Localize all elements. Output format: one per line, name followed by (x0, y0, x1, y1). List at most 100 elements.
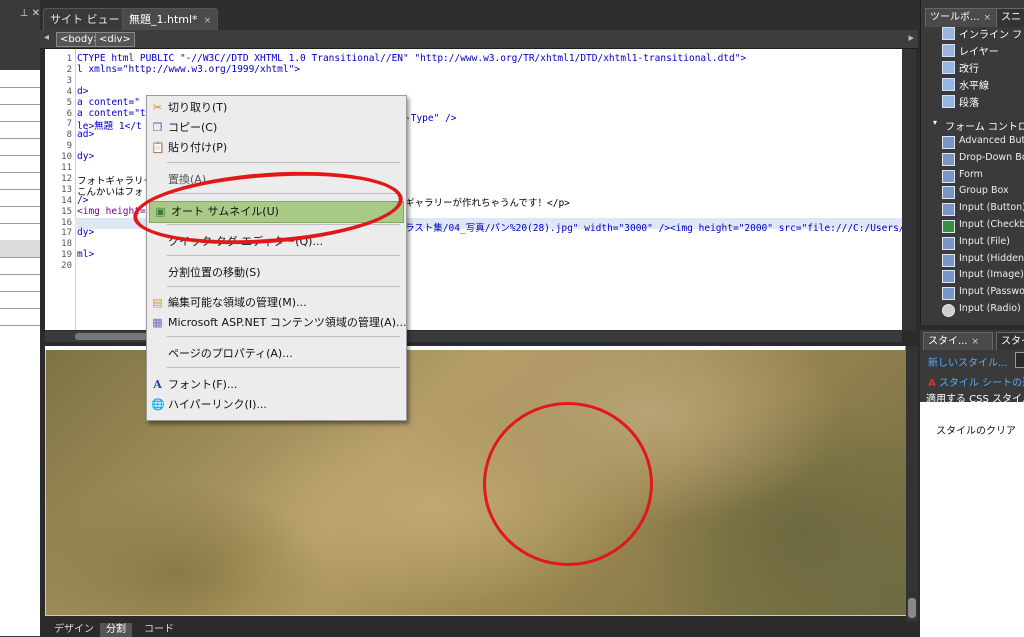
menu-item-label: コピー(C) (168, 121, 218, 134)
line-number: 6 (66, 108, 72, 119)
tab-design[interactable]: デザイン (48, 623, 100, 637)
line-number: 2 (66, 64, 72, 75)
menu-item-label: フォント(F)... (168, 378, 238, 391)
clear-styles-item[interactable]: スタイルのクリア (936, 422, 1016, 437)
tag-back-arrow-icon[interactable]: ◂ (44, 32, 49, 43)
line-number: 17 (61, 228, 72, 239)
list-row-selected[interactable] (0, 240, 40, 257)
dropdown-icon (942, 152, 955, 166)
form-control-label: Input (Button) (959, 202, 1024, 214)
form-control-label: Input (Radio) (959, 303, 1021, 314)
list-row-divider (0, 189, 40, 190)
menu-separator (167, 367, 400, 368)
toolbox-item[interactable]: 水平線 (942, 77, 989, 92)
attach-style-sheet-link[interactable]: A スタイル シートの適用 (928, 374, 1024, 389)
form-controls-group-header[interactable]: ▾ フォーム コントロール (933, 118, 1024, 133)
form-control-label: Group Box (959, 185, 1009, 197)
form-icon (942, 169, 955, 183)
line-number: 1 (66, 54, 72, 64)
line-number: 13 (61, 184, 72, 195)
list-row-divider (0, 121, 40, 122)
scrollbar-thumb[interactable] (908, 598, 916, 618)
toolbox-item[interactable]: 段落 (942, 94, 979, 109)
form-control-item[interactable]: Input (Radio) (942, 303, 1021, 317)
close-icon[interactable]: × (204, 16, 212, 26)
code-line: a content="t (77, 107, 146, 119)
tab-apply-styles[interactable]: スタイ... × (923, 332, 993, 351)
styles-panel: スタイ... × スタイ 新しいスタイル... A スタイル シートの適用 適用す… (920, 330, 1024, 637)
form-control-item[interactable]: Input (Password) (942, 286, 1024, 301)
design-vertical-scrollbar[interactable] (906, 346, 918, 636)
form-control-item[interactable]: Form (942, 169, 983, 183)
menu-copy[interactable]: ❐ コピー(C) (147, 118, 406, 138)
toolbox-item[interactable]: インライン フレーム (942, 26, 1024, 41)
font-icon: A (153, 378, 162, 391)
form-control-item[interactable]: Input (Button) (942, 202, 1024, 217)
form-control-label: Input (File) (959, 235, 1010, 247)
close-icon[interactable]: ✕ (32, 8, 40, 19)
toolbox-item-label: 改行 (959, 64, 979, 75)
menu-font[interactable]: A フォント(F)... (147, 375, 406, 395)
document-tab-bar: サイト ビュー 無題_1.html* × (40, 0, 920, 30)
tab-snippets[interactable]: スニ (996, 8, 1024, 27)
tag-div[interactable]: <div> (95, 32, 135, 47)
form-control-item[interactable]: Input (Checkbox) (942, 219, 1024, 233)
menu-separator (167, 336, 400, 337)
menu-paste[interactable]: 📋 貼り付け(P) (147, 138, 406, 158)
menu-item-label: Microsoft ASP.NET コンテンツ領域の管理(A)... (168, 316, 407, 329)
list-row-divider (0, 172, 40, 173)
style-options-box[interactable] (1015, 352, 1024, 368)
code-vertical-scrollbar[interactable] (902, 49, 916, 330)
tab-code[interactable]: コード (138, 623, 180, 637)
form-control-label: Input (Hidden) (959, 252, 1024, 264)
styles-toolbar: 新しいスタイル... A スタイル シートの適用 適用する CSS スタイルを (920, 350, 1024, 405)
form-control-item[interactable]: Group Box (942, 185, 1009, 200)
toolbox-item[interactable]: レイヤー (942, 43, 999, 58)
toolbox-item[interactable]: 改行 (942, 60, 979, 75)
menu-hyperlink[interactable]: 🌐 ハイパーリンク(I)... (147, 395, 406, 415)
form-control-item[interactable]: Input (Image) (942, 269, 1024, 284)
tab-untitled-1[interactable]: 無題_1.html* × (122, 8, 219, 30)
line-number: 11 (61, 163, 72, 173)
new-style-link[interactable]: 新しいスタイル... (928, 354, 1008, 369)
group-box-icon (942, 186, 955, 200)
menu-page-properties[interactable]: ページのプロパティ(A)... (147, 344, 406, 364)
list-row-divider (0, 257, 40, 258)
input-password-icon (942, 287, 955, 301)
form-control-item[interactable]: Input (Hidden) (942, 252, 1024, 267)
tab-toolbox[interactable]: ツールボ... × (925, 8, 997, 27)
iframe-icon (942, 27, 955, 40)
hyperlink-icon: 🌐 (151, 398, 165, 411)
tab-split[interactable]: 分割 (100, 623, 132, 637)
close-icon[interactable]: × (972, 337, 980, 347)
tag-forward-arrow-icon[interactable]: ▸ (908, 31, 914, 44)
css-styles-label: 適用する CSS スタイルを (926, 394, 1024, 405)
line-number: 7 (66, 119, 72, 130)
menu-cut[interactable]: ✂ 切り取り(T) (147, 98, 406, 118)
form-control-label: Input (Image) (959, 269, 1024, 281)
collapse-arrow-icon: ▾ (933, 118, 938, 127)
menu-item-label: ハイパーリンク(I)... (168, 398, 267, 411)
line-number: 3 (66, 75, 72, 86)
tab-label: ツールボ... (930, 12, 980, 23)
input-file-icon (942, 236, 955, 250)
menu-manage-aspnet-regions[interactable]: ▦ Microsoft ASP.NET コンテンツ領域の管理(A)... (147, 313, 406, 333)
folder-list[interactable] (0, 70, 40, 636)
form-control-item[interactable]: Input (File) (942, 235, 1010, 250)
pin-icon[interactable]: ⊥ (20, 8, 29, 19)
menu-manage-editable-regions[interactable]: ▤ 編集可能な領域の管理(M)... (147, 293, 406, 313)
form-control-item[interactable]: Drop-Down Box (942, 151, 1024, 166)
input-button-icon (942, 203, 955, 217)
list-row-divider (0, 325, 40, 326)
form-control-label: Drop-Down Box (959, 151, 1024, 163)
line-number-gutter: 1 2 3 4 5 6 7 8 9 10 11 12 13 14 15 16 17 18 19 20 (45, 49, 76, 330)
close-icon[interactable]: × (984, 13, 992, 23)
toolbox-item-label: レイヤー (959, 47, 999, 58)
input-image-icon (942, 270, 955, 284)
code-line: l xmlns="http://www.w3.org/1999/xhtml"> (77, 63, 301, 75)
form-control-item[interactable]: Advanced Button (942, 135, 1024, 149)
tab-manage-styles[interactable]: スタイ (996, 332, 1024, 351)
code-line: ad> (77, 129, 95, 141)
menu-move-split[interactable]: 分割位置の移動(S) (147, 263, 406, 283)
tab-site-view[interactable]: サイト ビュー (43, 8, 127, 30)
